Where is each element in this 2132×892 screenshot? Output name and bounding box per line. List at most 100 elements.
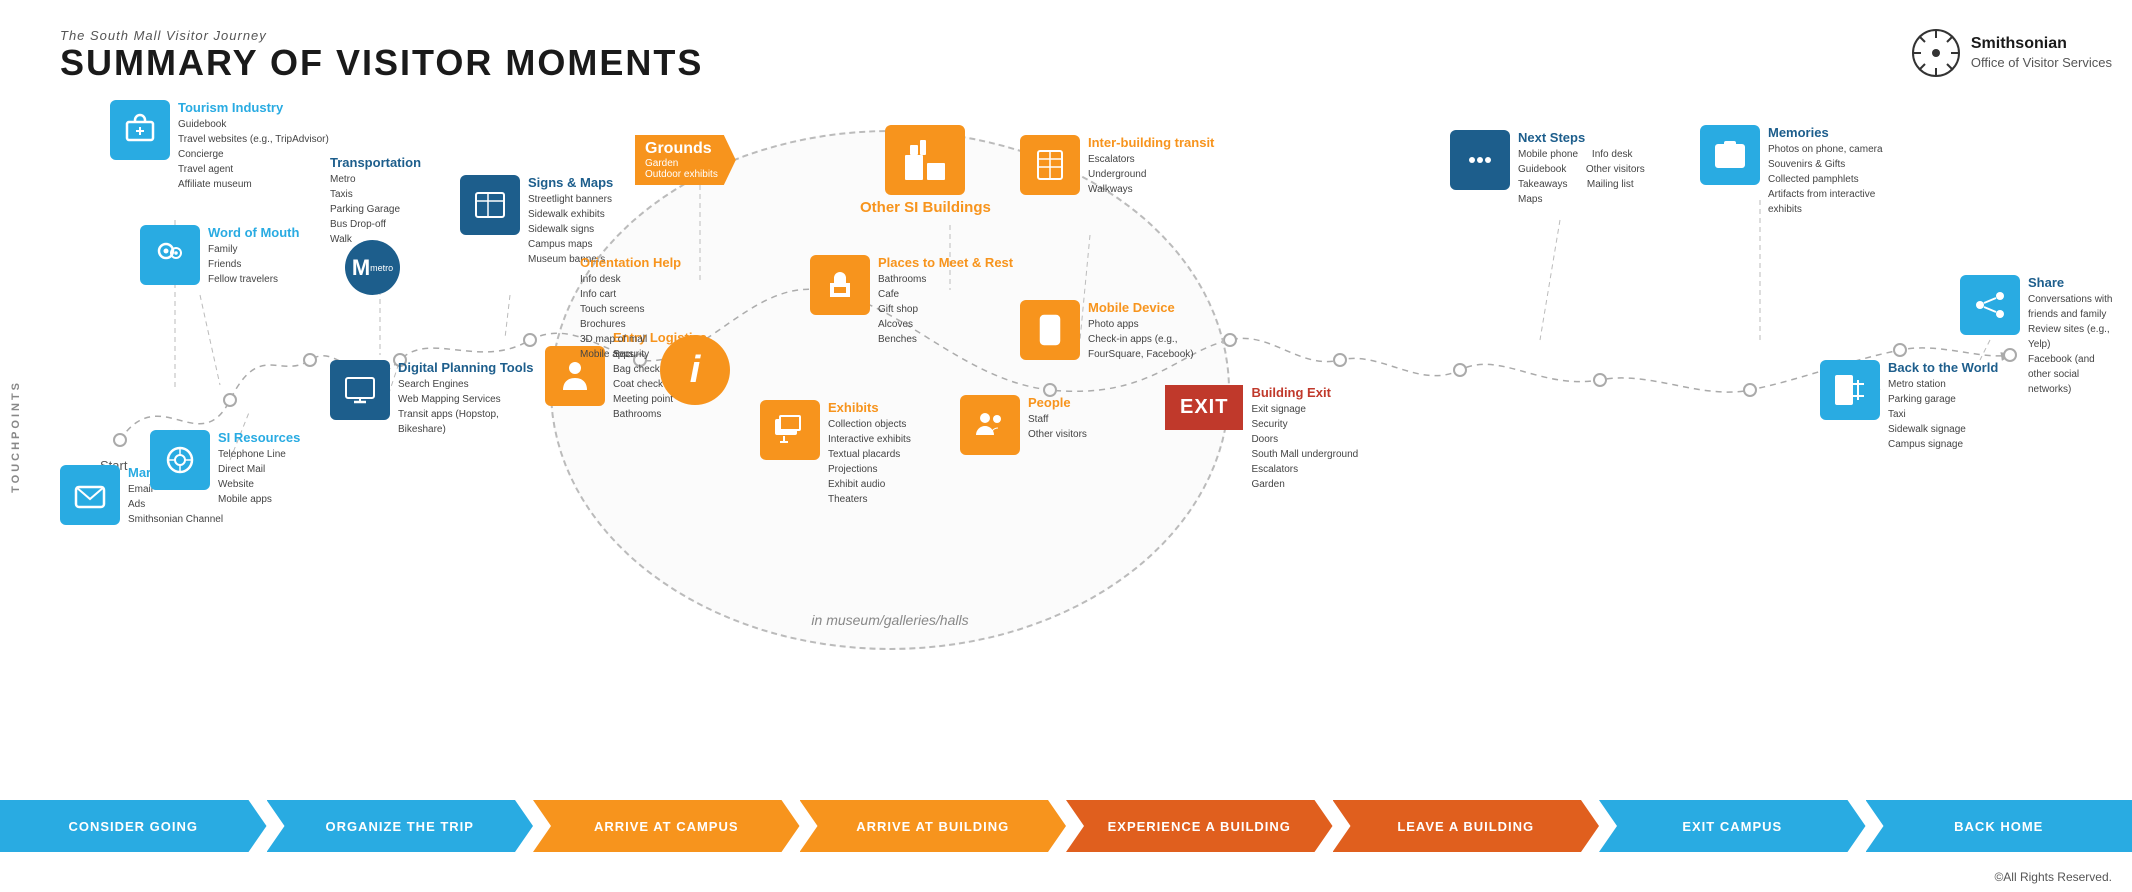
signs-maps-icon (460, 175, 520, 235)
bottom-bar: CONSIDER GOING ORGANIZE THE TRIP ARRIVE … (0, 800, 2132, 852)
header-subtitle: The South Mall Visitor Journey (60, 28, 703, 43)
step-leave-building-label: LEAVE A BUILDING (1397, 819, 1534, 834)
step-arrive-campus: ARRIVE AT CAMPUS (533, 800, 800, 852)
step-arrive-campus-label: ARRIVE AT CAMPUS (594, 819, 739, 834)
orientation-help-title: Orientation Help (580, 255, 681, 270)
grounds-box: Grounds GardenOutdoor exhibits (635, 135, 736, 185)
step-experience-building-label: EXPERIENCE A BUILDING (1108, 819, 1291, 834)
share-title: Share (2028, 275, 2112, 290)
orientation-help-box: Orientation Help Info deskInfo cartTouch… (580, 255, 681, 362)
building-exit-box: EXIT Building Exit Exit signageSecurityD… (1165, 385, 1358, 492)
digital-planning-title: Digital Planning Tools (398, 360, 534, 375)
places-meet-rest-items: BathroomsCafeGift shopAlcovesBenches (878, 272, 1013, 347)
inter-building-transit-box: Inter-building transit EscalatorsUndergr… (1020, 135, 1214, 199)
si-resources-title: SI Resources (218, 430, 300, 445)
grounds-items: GardenOutdoor exhibits (645, 158, 718, 180)
touchpoints-label: TOUCHPOINTS (10, 380, 22, 493)
people-items: StaffOther visitors (1028, 412, 1087, 442)
share-box: Share Conversations withfriends and fami… (1960, 275, 2112, 397)
tourism-industry-box: Tourism Industry GuidebookTravel website… (110, 100, 329, 192)
memories-title: Memories (1768, 125, 1883, 140)
step-back-home-label: BACK HOME (1954, 819, 2043, 834)
signs-maps-title: Signs & Maps (528, 175, 613, 190)
other-si-icon (885, 125, 965, 195)
grounds-arrow: Grounds GardenOutdoor exhibits (635, 135, 736, 185)
smithsonian-logo-icon (1911, 28, 1961, 78)
inter-building-items: EscalatorsUndergroundWalkways (1088, 152, 1214, 197)
step-exit-campus-label: EXIT CAMPUS (1682, 819, 1782, 834)
exhibits-title: Exhibits (828, 400, 911, 415)
step-consider-going: CONSIDER GOING (0, 800, 267, 852)
memories-box: Memories Photos on phone, cameraSouvenir… (1700, 125, 1883, 217)
places-meet-rest-title: Places to Meet & Rest (878, 255, 1013, 270)
header-title: SUMMARY OF VISITOR MOMENTS (60, 43, 703, 83)
mobile-device-icon (1020, 300, 1080, 360)
word-of-mouth-box: Word of Mouth FamilyFriendsFellow travel… (140, 225, 299, 289)
exit-sign: EXIT (1165, 385, 1243, 430)
grounds-title: Grounds (645, 140, 718, 158)
next-steps-box: Next Steps Mobile phone Info deskGuidebo… (1450, 130, 1645, 207)
central-label: in museum/galleries/halls (552, 612, 1228, 628)
building-exit-items: Exit signageSecurityDoorsSouth Mall unde… (1251, 402, 1358, 492)
transportation-title: Transportation (330, 155, 421, 170)
smithsonian-logo: Smithsonian Office of Visitor Services (1911, 28, 2112, 78)
exhibits-icon (760, 400, 820, 460)
word-of-mouth-icon (140, 225, 200, 285)
mobile-device-title: Mobile Device (1088, 300, 1194, 315)
copyright: ©All Rights Reserved. (1994, 870, 2112, 884)
metro-icon-block: Mmetro (345, 240, 400, 295)
building-exit-title: Building Exit (1251, 385, 1358, 400)
share-items: Conversations withfriends and familyRevi… (2028, 292, 2112, 397)
places-meet-rest-icon (810, 255, 870, 315)
smithsonian-dept: Office of Visitor Services (1971, 55, 2112, 72)
tourism-items: GuidebookTravel websites (e.g., TripAdvi… (178, 117, 329, 192)
exhibits-box: Exhibits Collection objectsInteractive e… (760, 400, 911, 507)
step-back-home: BACK HOME (1866, 800, 2132, 852)
inter-building-title: Inter-building transit (1088, 135, 1214, 150)
si-resources-icon (150, 430, 210, 490)
mobile-device-box: Mobile Device Photo appsCheck-in apps (e… (1020, 300, 1194, 364)
main-container: The South Mall Visitor Journey SUMMARY O… (0, 0, 2132, 892)
places-meet-rest-box: Places to Meet & Rest BathroomsCafeGift … (810, 255, 1013, 347)
next-steps-title: Next Steps (1518, 130, 1645, 145)
signs-maps-box: Signs & Maps Streetlight bannersSidewalk… (460, 175, 613, 267)
next-steps-icon (1450, 130, 1510, 190)
digital-planning-items: Search EnginesWeb Mapping ServicesTransi… (398, 377, 534, 437)
step-leave-building: LEAVE A BUILDING (1333, 800, 1600, 852)
step-organize-trip-label: ORGANIZE THE TRIP (326, 819, 474, 834)
step-exit-campus: EXIT CAMPUS (1599, 800, 1866, 852)
si-resources-items: Telephone LineDirect MailWebsiteMobile a… (218, 447, 300, 507)
orientation-help-items: Info deskInfo cartTouch screensBrochures… (580, 272, 681, 362)
people-box: People StaffOther visitors (960, 395, 1087, 459)
word-of-mouth-title: Word of Mouth (208, 225, 299, 240)
transportation-items: MetroTaxisParking GarageBus Drop-offWalk (330, 172, 421, 247)
step-organize-trip: ORGANIZE THE TRIP (267, 800, 534, 852)
smithsonian-logo-text: Smithsonian Office of Visitor Services (1971, 34, 2112, 72)
memories-items: Photos on phone, cameraSouvenirs & Gifts… (1768, 142, 1883, 217)
other-si-buildings-box: Other SI Buildings (860, 125, 991, 218)
inter-building-icon (1020, 135, 1080, 195)
mobile-device-items: Photo appsCheck-in apps (e.g.,FourSquare… (1088, 317, 1194, 362)
people-icon (960, 395, 1020, 455)
metro-icon: Mmetro (345, 240, 400, 295)
step-arrive-building-label: ARRIVE AT BUILDING (856, 819, 1009, 834)
exhibits-items: Collection objectsInteractive exhibitsTe… (828, 417, 911, 507)
marketing-icon (60, 465, 120, 525)
share-icon (1960, 275, 2020, 335)
si-resources-box: SI Resources Telephone LineDirect MailWe… (150, 430, 300, 507)
other-si-title: Other SI Buildings (860, 199, 991, 216)
step-experience-building: EXPERIENCE A BUILDING (1066, 800, 1333, 852)
header: The South Mall Visitor Journey SUMMARY O… (60, 28, 703, 83)
transportation-box: Transportation MetroTaxisParking GarageB… (330, 155, 421, 247)
tourism-icon (110, 100, 170, 160)
back-to-world-icon (1820, 360, 1880, 420)
smithsonian-name: Smithsonian (1971, 34, 2112, 55)
next-steps-items: Mobile phone Info deskGuidebook Other vi… (1518, 147, 1645, 207)
tourism-title: Tourism Industry (178, 100, 329, 115)
people-title: People (1028, 395, 1087, 410)
memories-icon (1700, 125, 1760, 185)
step-consider-going-label: CONSIDER GOING (68, 819, 198, 834)
digital-planning-icon (330, 360, 390, 420)
step-arrive-building: ARRIVE AT BUILDING (800, 800, 1067, 852)
word-of-mouth-items: FamilyFriendsFellow travelers (208, 242, 299, 287)
